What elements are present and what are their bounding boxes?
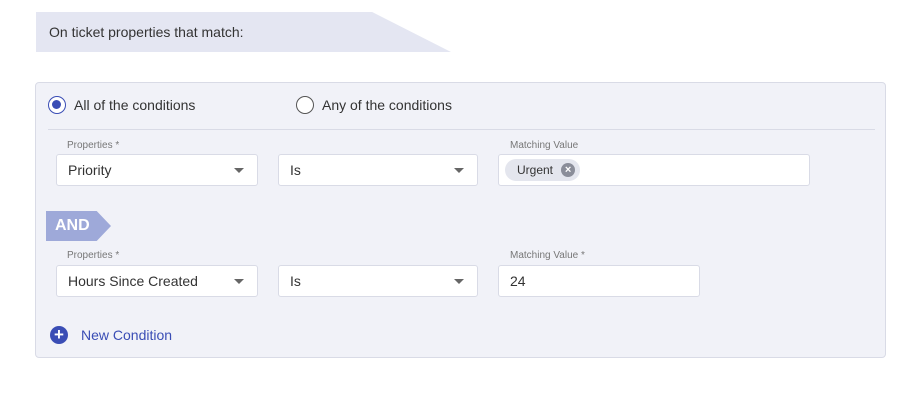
radio-any-label: Any of the conditions bbox=[322, 97, 452, 113]
radio-unchecked-icon bbox=[296, 96, 314, 114]
new-condition-label: New Condition bbox=[81, 327, 173, 343]
condition-2-property-label: Properties * bbox=[67, 250, 120, 261]
chevron-down-icon bbox=[234, 168, 244, 173]
conditions-panel: All of the conditions Any of the conditi… bbox=[35, 82, 886, 358]
condition-1-property-label: Properties * bbox=[67, 140, 120, 151]
condition-1-property-value: Priority bbox=[68, 162, 112, 178]
close-circle-icon[interactable]: × bbox=[561, 163, 576, 177]
condition-2-operator-select[interactable]: Is bbox=[278, 265, 478, 297]
and-connector-badge: AND bbox=[46, 211, 111, 241]
condition-1-value-label: Matching Value bbox=[510, 140, 579, 151]
value-chip-label: Urgent bbox=[517, 163, 554, 177]
radio-all-conditions[interactable]: All of the conditions bbox=[48, 96, 195, 114]
condition-2-value-input[interactable]: 24 bbox=[498, 265, 700, 297]
radio-any-conditions[interactable]: Any of the conditions bbox=[296, 96, 452, 114]
condition-1-value-input[interactable]: Urgent × bbox=[498, 154, 810, 186]
section-header: On ticket properties that match: bbox=[36, 12, 451, 52]
divider bbox=[48, 129, 875, 130]
chevron-down-icon bbox=[454, 279, 464, 284]
value-chip: Urgent × bbox=[505, 159, 581, 181]
condition-2-property-value: Hours Since Created bbox=[68, 273, 198, 289]
radio-all-label: All of the conditions bbox=[74, 97, 196, 113]
condition-2-property-select[interactable]: Hours Since Created bbox=[56, 265, 258, 297]
plus-circle-icon: + bbox=[50, 326, 68, 344]
and-connector-label: AND bbox=[55, 217, 90, 234]
condition-2-value-label: Matching Value * bbox=[510, 250, 585, 261]
condition-1-property-select[interactable]: Priority bbox=[56, 154, 258, 186]
radio-checked-icon bbox=[48, 96, 66, 114]
condition-2-value-text: 24 bbox=[510, 273, 526, 289]
condition-1-operator-select[interactable]: Is bbox=[278, 154, 478, 186]
section-title: On ticket properties that match: bbox=[49, 24, 244, 40]
chevron-down-icon bbox=[234, 279, 244, 284]
new-condition-button[interactable]: + New Condition bbox=[50, 326, 172, 344]
condition-2-operator-value: Is bbox=[290, 273, 301, 289]
chevron-down-icon bbox=[454, 168, 464, 173]
condition-1-operator-value: Is bbox=[290, 162, 301, 178]
